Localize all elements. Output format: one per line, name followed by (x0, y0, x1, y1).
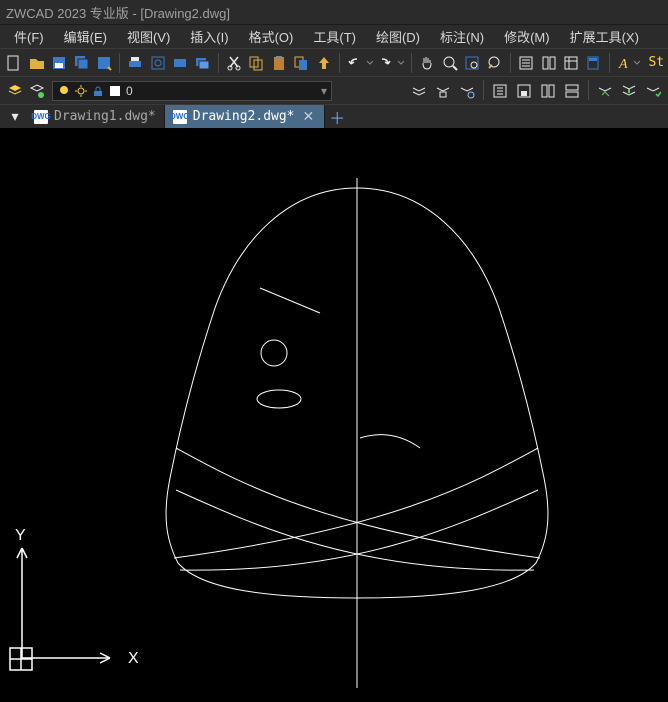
sun-icon (74, 84, 88, 98)
menu-format[interactable]: 格式(O) (239, 27, 304, 46)
open-icon[interactable] (26, 52, 46, 74)
layer-manage-icon[interactable] (4, 80, 26, 102)
menu-extension[interactable]: 扩展工具(X) (560, 27, 649, 46)
new-icon[interactable] (4, 52, 24, 74)
new-tab-button[interactable]: ＋ (325, 105, 349, 128)
saveas-icon[interactable] (94, 52, 114, 74)
layer-prev-icon[interactable] (408, 80, 430, 102)
dwg-icon: DWG (34, 110, 48, 124)
separator (588, 80, 589, 100)
separator (609, 53, 610, 73)
document-tabs: ▾ DWG Drawing1.dwg* DWG Drawing2.dwg* ✕ … (0, 104, 668, 128)
layer-current-icon[interactable] (642, 80, 664, 102)
layer-walk-icon[interactable] (537, 80, 559, 102)
tab-label: Drawing1.dwg* (54, 109, 156, 124)
tab-label: Drawing2.dwg* (193, 109, 295, 124)
properties-icon[interactable] (516, 52, 536, 74)
menu-bar: 件(F) 编辑(E) 视图(V) 插入(I) 格式(O) 工具(T) 绘图(D)… (0, 24, 668, 48)
layer-off-icon[interactable] (489, 80, 511, 102)
menu-file[interactable]: 件(F) (4, 27, 54, 46)
zoom-icon[interactable] (440, 52, 460, 74)
separator (119, 53, 120, 73)
separator (483, 80, 484, 100)
preview-icon[interactable] (148, 52, 168, 74)
layer-current-name: 0 (126, 84, 133, 98)
separator (339, 53, 340, 73)
match-icon[interactable] (314, 52, 334, 74)
lock-icon (91, 84, 105, 98)
separator (218, 53, 219, 73)
app-title: ZWCAD 2023 专业版 - [Drawing2.dwg] (6, 3, 230, 22)
layer-freeze-icon[interactable] (456, 80, 478, 102)
svg-text:A: A (618, 57, 628, 71)
axis-y-label: Y (15, 527, 26, 544)
drawing-canvas[interactable]: X Y (0, 128, 668, 702)
layer-match-icon[interactable] (561, 80, 583, 102)
menu-dimension[interactable]: 标注(N) (430, 27, 494, 46)
designcenter-icon[interactable] (538, 52, 558, 74)
separator (510, 53, 511, 73)
batch-print-icon[interactable] (192, 52, 212, 74)
menu-tools[interactable]: 工具(T) (303, 27, 366, 46)
layer-combo[interactable]: 0 ▾ (52, 81, 332, 101)
undo-icon[interactable] (345, 52, 375, 74)
color-swatch (108, 84, 122, 98)
print-icon[interactable] (125, 52, 145, 74)
menu-view[interactable]: 视图(V) (117, 27, 180, 46)
axis-x-label: X (128, 650, 139, 667)
redo-icon[interactable] (377, 52, 407, 74)
saveall-icon[interactable] (71, 52, 91, 74)
layer-bar: 0 ▾ (0, 76, 668, 104)
calc-icon[interactable] (583, 52, 603, 74)
layer-make-icon[interactable] (594, 80, 616, 102)
layer-state-icon[interactable] (26, 80, 48, 102)
save-icon[interactable] (49, 52, 69, 74)
copy-icon[interactable] (246, 52, 266, 74)
menu-insert[interactable]: 插入(I) (180, 27, 238, 46)
menu-edit[interactable]: 编辑(E) (54, 27, 117, 46)
menu-draw[interactable]: 绘图(D) (366, 27, 430, 46)
drawing-content: X Y (0, 128, 668, 702)
close-icon[interactable]: ✕ (301, 108, 317, 125)
paste-icon[interactable] (269, 52, 289, 74)
copyclip-icon[interactable] (291, 52, 311, 74)
publish-icon[interactable] (170, 52, 190, 74)
dwg-icon: DWG (173, 110, 187, 124)
layer-iso-icon[interactable] (432, 80, 454, 102)
layer-lock-icon[interactable] (513, 80, 535, 102)
tab-list-icon[interactable]: ▾ (4, 105, 26, 127)
pan-icon[interactable] (417, 52, 437, 74)
zoom-prev-icon[interactable] (485, 52, 505, 74)
chevron-down-icon: ▾ (321, 84, 327, 98)
zoom-window-icon[interactable] (462, 52, 482, 74)
menu-modify[interactable]: 修改(M) (494, 27, 560, 46)
title-bar: ZWCAD 2023 专业版 - [Drawing2.dwg] (0, 0, 668, 24)
style-label: St (648, 55, 664, 70)
separator (411, 53, 412, 73)
toolbar-main: A St (0, 48, 668, 76)
layer-merge-icon[interactable] (618, 80, 640, 102)
text-style-icon[interactable]: A (615, 52, 643, 74)
toolpalette-icon[interactable] (561, 52, 581, 74)
cut-icon[interactable] (224, 52, 244, 74)
tab-drawing2[interactable]: DWG Drawing2.dwg* ✕ (165, 105, 325, 128)
tab-drawing1[interactable]: DWG Drawing1.dwg* (26, 105, 165, 128)
bulb-icon (57, 84, 71, 98)
